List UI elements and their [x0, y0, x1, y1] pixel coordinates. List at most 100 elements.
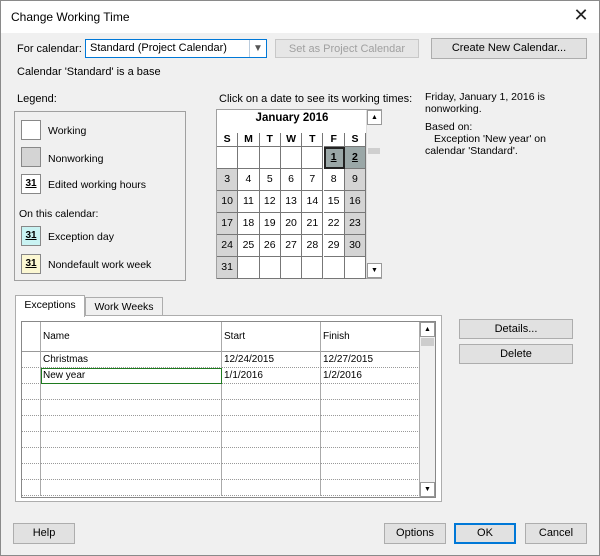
cell-finish[interactable]: [321, 416, 420, 432]
cancel-button[interactable]: Cancel: [525, 523, 587, 544]
scroll-up-icon[interactable]: ▲: [420, 322, 435, 337]
table-row[interactable]: [22, 464, 420, 480]
calendar-day[interactable]: 4: [238, 169, 260, 191]
calendar-day[interactable]: 14: [302, 191, 324, 213]
scroll-thumb[interactable]: [421, 338, 434, 346]
tab-work-weeks[interactable]: Work Weeks: [85, 297, 163, 317]
calendar-day[interactable]: 19: [259, 213, 281, 235]
table-row[interactable]: New year 1/1/2016 1/2/2016: [22, 368, 420, 384]
calendar-day[interactable]: 21: [302, 213, 324, 235]
month-calendar[interactable]: January 2016 S M T W T F S 1 2 3 4 5 6 7 8 9 10 11 12 13 14 1…: [216, 109, 382, 279]
calendar-day[interactable]: 24: [217, 235, 239, 257]
options-button[interactable]: Options: [384, 523, 446, 544]
scroll-thumb[interactable]: [368, 148, 380, 154]
cell-start[interactable]: [222, 384, 321, 400]
cell-name[interactable]: [41, 432, 222, 448]
cell-name[interactable]: Christmas: [41, 352, 222, 368]
chevron-down-icon[interactable]: ▼: [249, 40, 266, 57]
cell-name[interactable]: New year: [41, 368, 222, 384]
calendar-day[interactable]: 1: [323, 147, 345, 169]
details-button[interactable]: Details...: [459, 319, 573, 339]
calendar-day[interactable]: 8: [323, 169, 345, 191]
cell-finish[interactable]: [321, 448, 420, 464]
calendar-day[interactable]: 25: [238, 235, 260, 257]
cell-name[interactable]: [41, 448, 222, 464]
calendar-day[interactable]: 9: [344, 169, 367, 191]
calendar-day[interactable]: 10: [217, 191, 239, 213]
table-row[interactable]: [22, 400, 420, 416]
help-button[interactable]: Help: [13, 523, 75, 544]
cell-name[interactable]: [41, 464, 222, 480]
calendar-scrollbar[interactable]: ▲ ▼: [366, 110, 382, 278]
calendar-day[interactable]: 18: [238, 213, 260, 235]
calendar-day[interactable]: 7: [302, 169, 324, 191]
row-selector[interactable]: [22, 416, 41, 432]
cell-name[interactable]: [41, 480, 222, 496]
calendar-day[interactable]: 13: [280, 191, 303, 213]
row-selector[interactable]: [22, 448, 41, 464]
calendar-day[interactable]: 12: [259, 191, 281, 213]
calendar-day[interactable]: 30: [344, 235, 367, 257]
table-row[interactable]: [22, 432, 420, 448]
scroll-down-icon[interactable]: ▼: [367, 263, 382, 278]
row-selector[interactable]: [22, 480, 41, 496]
calendar-day[interactable]: 15: [323, 191, 345, 213]
calendar-day[interactable]: 20: [280, 213, 303, 235]
exceptions-table[interactable]: ▲ ▼ Name Start Finish Christmas 12/24/2015 12…: [21, 321, 436, 498]
cell-finish[interactable]: [321, 400, 420, 416]
cell-finish[interactable]: [321, 464, 420, 480]
create-new-calendar-button[interactable]: Create New Calendar...: [431, 38, 587, 59]
table-row[interactable]: [22, 416, 420, 432]
calendar-day[interactable]: 22: [323, 213, 345, 235]
delete-button[interactable]: Delete: [459, 344, 573, 364]
table-scrollbar[interactable]: ▲ ▼: [419, 322, 435, 497]
calendar-day[interactable]: 16: [344, 191, 367, 213]
calendar-day[interactable]: 29: [323, 235, 345, 257]
calendar-day[interactable]: 28: [302, 235, 324, 257]
table-row[interactable]: [22, 480, 420, 496]
calendar-day[interactable]: 11: [238, 191, 260, 213]
row-selector[interactable]: [22, 464, 41, 480]
cell-finish[interactable]: [321, 384, 420, 400]
set-as-project-calendar-button[interactable]: Set as Project Calendar: [275, 39, 419, 58]
cell-start[interactable]: [222, 400, 321, 416]
cell-start[interactable]: [222, 448, 321, 464]
calendar-day[interactable]: 2: [344, 147, 367, 169]
cell-finish[interactable]: 12/27/2015: [321, 352, 420, 368]
scroll-down-icon[interactable]: ▼: [420, 482, 435, 497]
calendar-day[interactable]: 5: [259, 169, 281, 191]
table-row[interactable]: [22, 384, 420, 400]
calendar-day[interactable]: 27: [280, 235, 303, 257]
cell-start[interactable]: 1/1/2016: [222, 368, 321, 384]
cell-name[interactable]: [41, 400, 222, 416]
table-row[interactable]: Christmas 12/24/2015 12/27/2015: [22, 352, 420, 368]
calendar-day[interactable]: 17: [217, 213, 239, 235]
tab-exceptions[interactable]: Exceptions: [15, 295, 85, 317]
column-header-name[interactable]: Name: [41, 322, 222, 352]
row-selector[interactable]: [22, 368, 41, 384]
scroll-up-icon[interactable]: ▲: [367, 110, 382, 125]
cell-start[interactable]: [222, 464, 321, 480]
calendar-select[interactable]: Standard (Project Calendar) ▼: [85, 39, 267, 58]
calendar-day[interactable]: 31: [217, 257, 239, 279]
ok-button[interactable]: OK: [454, 523, 516, 544]
cell-finish[interactable]: [321, 480, 420, 496]
cell-start[interactable]: [222, 432, 321, 448]
cell-finish[interactable]: [321, 432, 420, 448]
cell-name[interactable]: [41, 416, 222, 432]
cell-start[interactable]: [222, 480, 321, 496]
row-selector[interactable]: [22, 432, 41, 448]
column-header-start[interactable]: Start: [222, 322, 321, 352]
calendar-day[interactable]: 3: [217, 169, 239, 191]
calendar-day[interactable]: 26: [259, 235, 281, 257]
row-selector[interactable]: [22, 352, 41, 368]
cell-name[interactable]: [41, 384, 222, 400]
row-selector[interactable]: [22, 400, 41, 416]
calendar-day[interactable]: 6: [280, 169, 303, 191]
cell-start[interactable]: [222, 416, 321, 432]
close-icon[interactable]: ✕: [569, 4, 593, 28]
table-row[interactable]: [22, 448, 420, 464]
cell-start[interactable]: 12/24/2015: [222, 352, 321, 368]
cell-finish[interactable]: 1/2/2016: [321, 368, 420, 384]
row-selector[interactable]: [22, 384, 41, 400]
